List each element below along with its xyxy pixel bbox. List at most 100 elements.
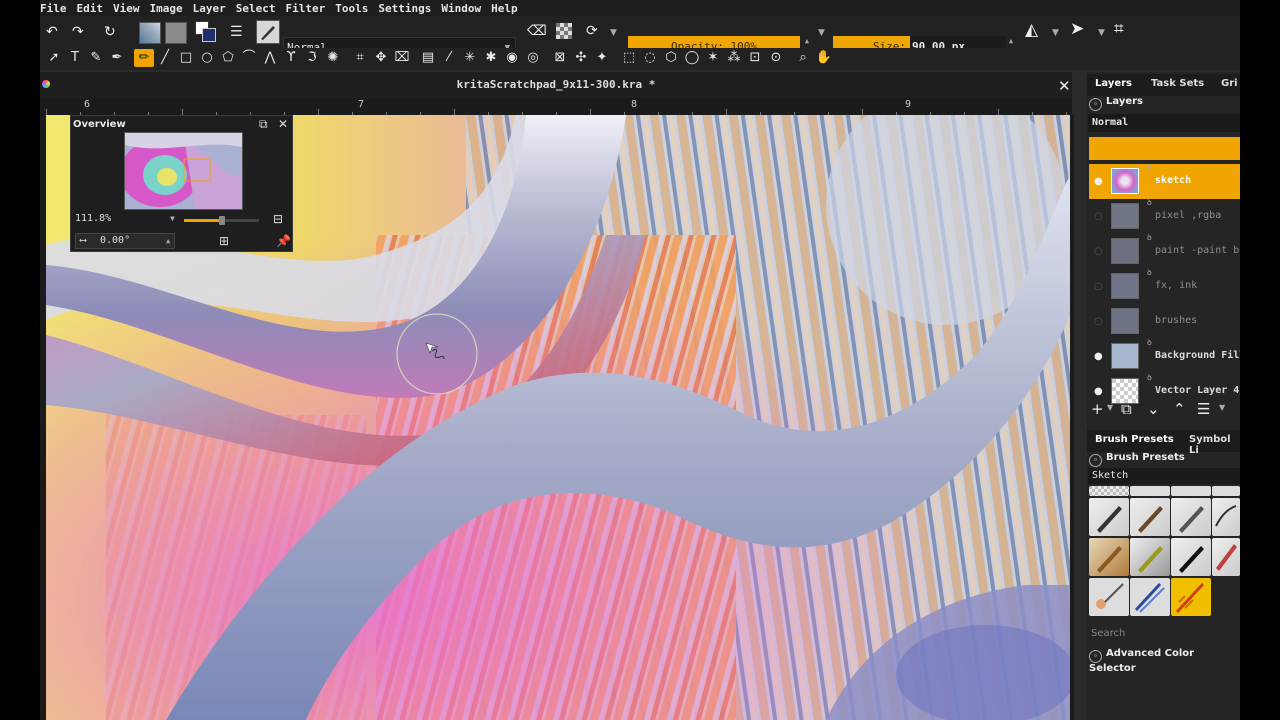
menu-window[interactable]: Window [441, 2, 481, 15]
close-icon[interactable]: ✕ [1058, 77, 1071, 95]
layer-row[interactable]: ○ brushes [1089, 304, 1240, 339]
chevron-down-icon[interactable]: ▼ [1219, 403, 1225, 412]
move-layer-up-icon[interactable]: ⌃ [1173, 400, 1186, 418]
magnetic-select-icon[interactable]: ⊙ [766, 49, 786, 67]
multibrush-icon[interactable]: ✺ [323, 49, 343, 67]
alpha-lock-icon[interactable] [556, 23, 572, 39]
gradient-swatch[interactable] [165, 22, 187, 44]
layer-properties-icon[interactable]: ☰ [1197, 400, 1210, 418]
color-picker-icon[interactable]: ⁄ [439, 49, 459, 67]
overview-zoom-select[interactable]: 111.8% ▼ [75, 213, 178, 228]
ellipse-select-icon[interactable]: ◌ [640, 49, 660, 67]
crop-icon[interactable]: ⌗ [1114, 21, 1124, 38]
mirror-view-icon[interactable]: ⊞ [219, 234, 229, 248]
duplicate-layer-icon[interactable]: ⧉ [1121, 400, 1132, 418]
brush-preset[interactable] [1130, 498, 1170, 536]
line-tool-icon[interactable]: ╱ [155, 49, 175, 67]
tab-brush-presets[interactable]: Brush Presets [1095, 434, 1174, 445]
move-layer-down-icon[interactable]: ⌄ [1147, 400, 1160, 418]
pan-tool-icon[interactable]: ✋ [814, 49, 834, 67]
brush-preset[interactable] [1130, 578, 1170, 616]
overview-thumbnail[interactable] [124, 132, 243, 210]
chevron-down-icon[interactable]: ▼ [818, 25, 825, 41]
tab-layers[interactable]: Layers [1095, 78, 1132, 89]
menu-settings[interactable]: Settings [378, 2, 431, 15]
tab-symbol-libraries[interactable]: Symbol Li [1189, 434, 1240, 456]
spin-icon[interactable]: ▲ [166, 234, 170, 248]
contiguous-select-icon[interactable]: ✶ [703, 49, 723, 67]
text-tool-icon[interactable]: T [65, 49, 85, 67]
transform-tool-icon[interactable]: ⌗ [350, 49, 370, 67]
brush-tag-select[interactable]: Sketch [1088, 468, 1240, 484]
brush-preset[interactable] [1171, 538, 1211, 576]
brush-preset[interactable] [1171, 498, 1211, 536]
move-tool-icon[interactable]: ✥ [371, 49, 391, 67]
fill-tool-icon[interactable]: ◉ [502, 49, 522, 67]
assistant-tool-icon[interactable]: ⊠ [550, 49, 570, 67]
freehand-brush-icon[interactable]: ✏ [134, 49, 154, 67]
brush-preset[interactable] [1089, 578, 1129, 616]
eye-icon[interactable]: ○ [1094, 246, 1105, 257]
polygon-tool-icon[interactable]: ⬠ [218, 49, 238, 67]
eraser-icon[interactable]: ⌫ [527, 23, 547, 39]
brush-preset[interactable] [1212, 538, 1240, 576]
redo-icon[interactable]: ↷ [72, 24, 84, 40]
gradient-swap-icon[interactable]: ↻ [104, 24, 116, 40]
eye-icon[interactable]: ○ [1094, 316, 1105, 327]
undo-icon[interactable]: ↶ [46, 24, 58, 40]
brush-preset[interactable] [1212, 498, 1240, 536]
menu-image[interactable]: Image [150, 2, 183, 15]
eye-icon[interactable]: ● [1094, 351, 1105, 362]
edit-shapes-icon[interactable]: ✎ [86, 49, 106, 67]
brush-preset[interactable] [1130, 486, 1170, 496]
brush-preset[interactable] [1171, 486, 1211, 496]
reload-preset-icon[interactable]: ⟳ [586, 23, 598, 39]
chevron-down-icon[interactable]: ▼ [1098, 25, 1105, 41]
layer-row[interactable]: ꝺ ● sketch [1089, 163, 1240, 199]
pin-icon[interactable]: 📌 [276, 234, 291, 248]
layer-row[interactable]: ꝺ ○ pixel ,rgba [1089, 198, 1240, 234]
polyline-tool-icon[interactable]: ⌒ [239, 49, 259, 67]
tab-task-sets[interactable]: Task Sets [1151, 78, 1204, 89]
fit-view-icon[interactable]: ⊟ [273, 212, 283, 226]
rectangle-tool-icon[interactable]: □ [176, 49, 196, 67]
wrap-around-icon[interactable]: ➤ [1070, 21, 1084, 38]
zoom-tool-icon[interactable]: ⌕ [793, 49, 813, 67]
enclose-fill-icon[interactable]: ◎ [523, 49, 543, 67]
add-layer-icon[interactable]: + [1091, 400, 1104, 418]
overview-rotation-field[interactable]: ⟷ 0.00° ▲ [75, 233, 175, 249]
vertical-scrollbar[interactable] [1070, 115, 1074, 720]
chevron-down-icon[interactable]: ▼ [610, 25, 617, 41]
mirror-horizontal-icon[interactable]: ◭ [1025, 22, 1038, 39]
bezier-select-icon[interactable]: ⊡ [745, 49, 765, 67]
brush-preset[interactable] [1089, 538, 1129, 576]
brush-preset[interactable] [1089, 486, 1129, 496]
layer-row[interactable]: ꝺ ○ paint -paint br [1089, 233, 1240, 269]
eye-icon[interactable]: ○ [1094, 211, 1105, 222]
chevron-down-icon[interactable]: ▼ [1107, 403, 1113, 412]
pattern-swatch[interactable] [139, 22, 161, 44]
smart-patch-icon[interactable]: ✱ [481, 49, 501, 67]
brush-preset-selected[interactable] [1171, 578, 1211, 616]
brush-preset[interactable] [1212, 486, 1240, 496]
eye-icon[interactable]: ● [1094, 386, 1105, 397]
layer-opacity-bar[interactable] [1089, 137, 1240, 160]
menu-tools[interactable]: Tools [335, 2, 368, 15]
menu-file[interactable]: File [40, 2, 67, 15]
brush-preset[interactable] [1089, 498, 1129, 536]
float-docker-icon[interactable]: ⧉ [259, 117, 268, 132]
menu-select[interactable]: Select [236, 2, 276, 15]
brush-preset-icon[interactable] [256, 20, 280, 44]
crop-tool-icon[interactable]: ⌧ [392, 49, 412, 67]
measure-tool-icon[interactable]: ✣ [571, 49, 591, 67]
brush-preset[interactable] [1130, 538, 1170, 576]
menu-filter[interactable]: Filter [286, 2, 326, 15]
colorize-mask-icon[interactable]: ✳ [460, 49, 480, 67]
layer-row[interactable]: ꝺ ○ fx, ink [1089, 268, 1240, 304]
menu-layer[interactable]: Layer [193, 2, 226, 15]
menu-help[interactable]: Help [491, 2, 518, 15]
color-swatches-icon[interactable] [195, 21, 217, 43]
menu-edit[interactable]: Edit [77, 2, 104, 15]
ellipse-tool-icon[interactable]: ○ [197, 49, 217, 67]
menu-view[interactable]: View [113, 2, 140, 15]
